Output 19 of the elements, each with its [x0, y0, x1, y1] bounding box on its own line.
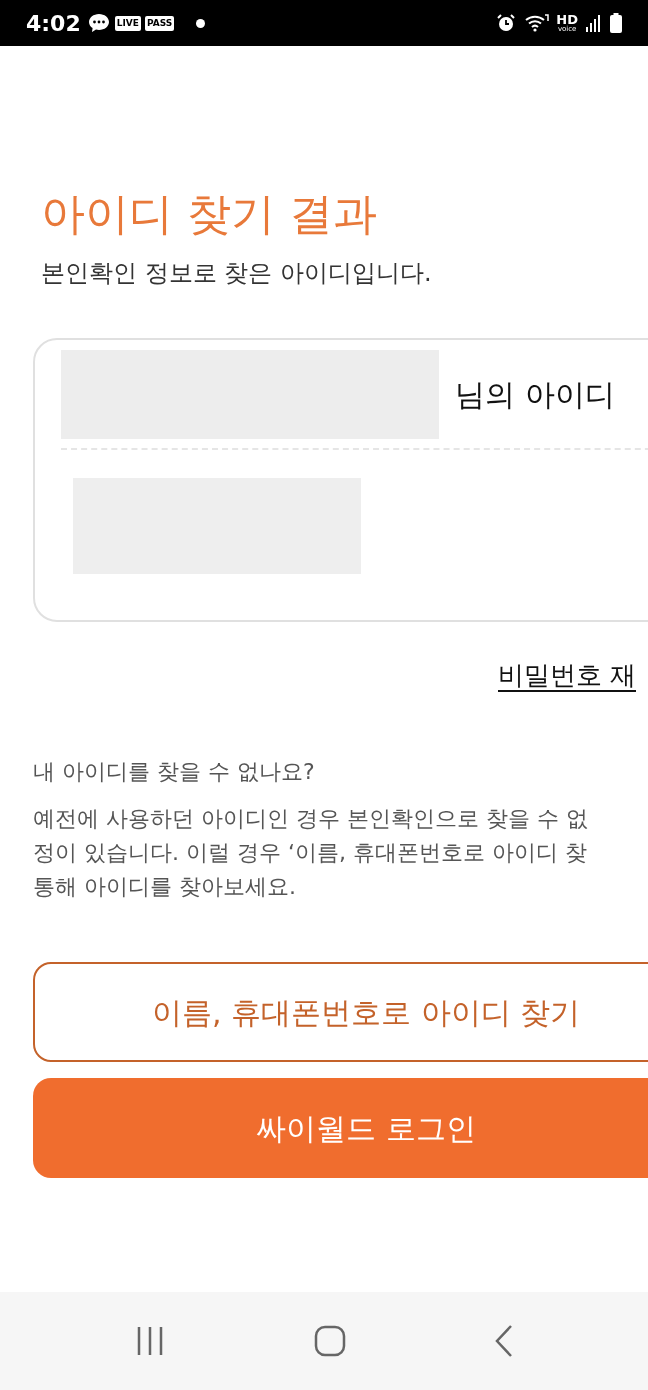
page-subtitle: 본인확인 정보로 찾은 아이디입니다.	[41, 258, 433, 289]
back-icon[interactable]	[494, 1324, 514, 1358]
status-badge: LIVE	[114, 15, 141, 31]
battery-icon	[610, 13, 622, 33]
login-button[interactable]: 싸이월드 로그인	[33, 1078, 648, 1178]
help-question: 내 아이디를 찾을 수 없나요?	[33, 758, 316, 786]
hd-voice-label: HD	[556, 13, 578, 26]
wifi-icon	[524, 13, 551, 33]
chat-bubble-icon	[86, 11, 111, 35]
alarm-clock-icon	[496, 13, 517, 33]
status-time: 4:02	[26, 9, 81, 38]
status-badge: PASS	[144, 15, 175, 31]
page-title: 아이디 찾기 결과	[41, 187, 378, 241]
help-paragraph: 예전에 사용하던 아이디인 경우 본인확인으로 찾을 수 없 정이 있습니다. 이럴 경우 ‘이름, 휴대폰번호로 아이디 찾 통해 아이디를 찾아보세요.	[33, 805, 589, 901]
reset-password-link[interactable]: 비밀번호 재	[498, 660, 637, 692]
user-id-label: 님의 아이디	[455, 375, 615, 414]
home-icon[interactable]	[314, 1325, 346, 1357]
find-id-button[interactable]: 이름, 휴대폰번호로 아이디 찾기	[33, 962, 648, 1062]
signal-icon	[586, 14, 602, 32]
